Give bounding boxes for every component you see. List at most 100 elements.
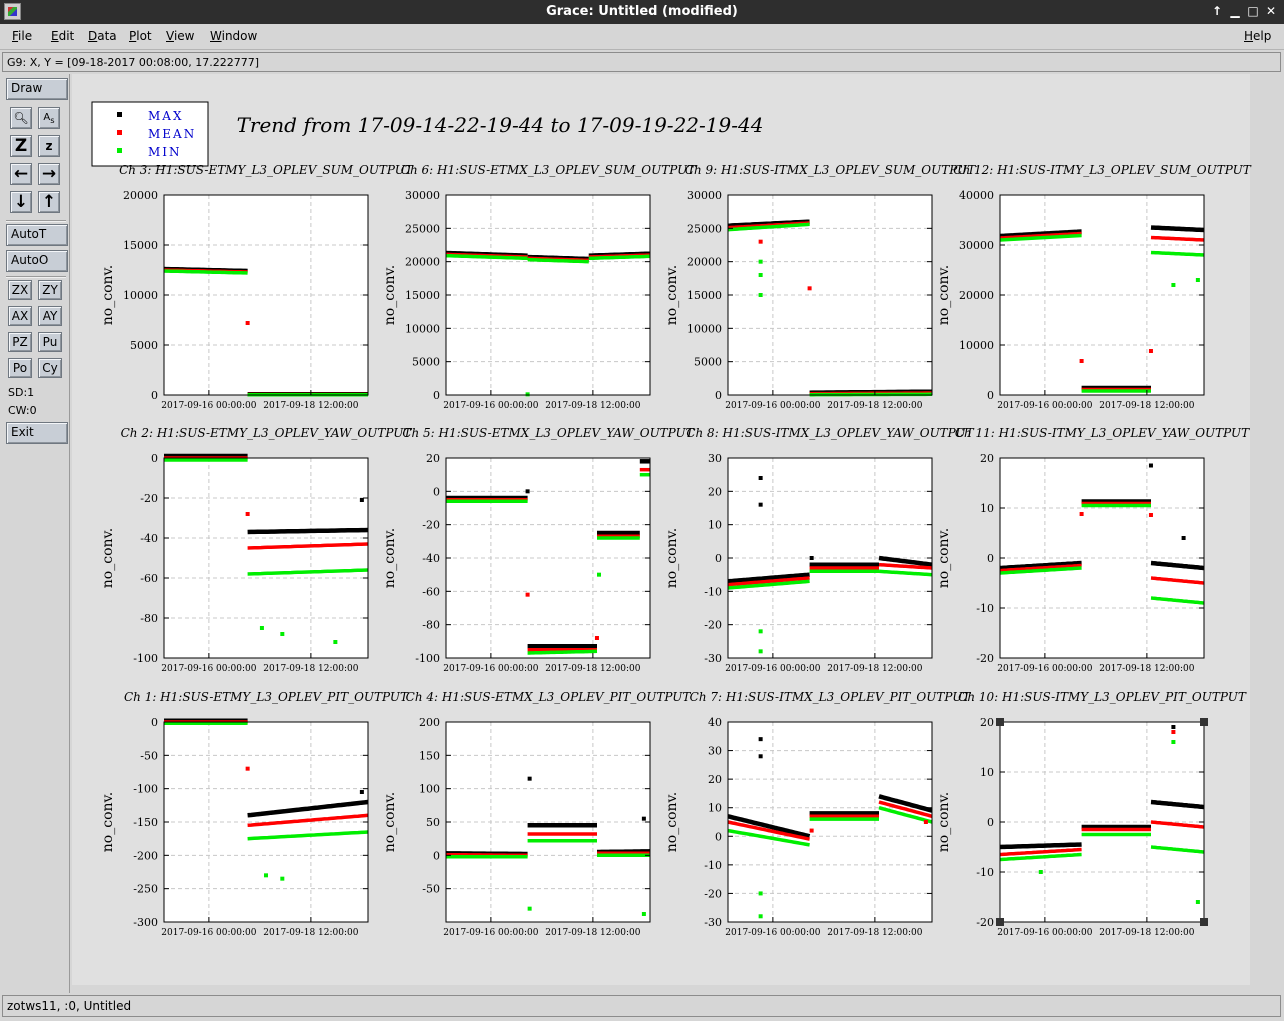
y-tick-label: -10 [976, 602, 994, 615]
y-tick-label: 0 [433, 849, 440, 862]
y-tick-label: 30000 [959, 239, 994, 252]
chart-title: Ch 11: H1:SUS-ITMY_L3_OPLEV_YAW_OUTPUT [955, 426, 1250, 440]
menu-window[interactable]: Window [210, 29, 257, 43]
maximize-icon[interactable]: □ [1244, 3, 1262, 20]
chart-title: Ch 12: H1:SUS-ITMY_L3_OPLEV_SUM_OUTPUT [953, 163, 1251, 177]
plot-drawing[interactable]: MAX MEAN MIN Trend from 17-09-14-22-19-44 … [72, 74, 1258, 991]
outlier-point-mean [1148, 513, 1153, 517]
set-depth-label: SD:1 [8, 386, 35, 399]
menu-data[interactable]: Data [88, 29, 117, 43]
chart-title: Ch 10: H1:SUS-ITMY_L3_OPLEV_PIT_OUTPUT [958, 690, 1247, 704]
zoom-in-z-icon[interactable]: Z [10, 135, 32, 157]
arrow-left-icon[interactable]: ← [10, 163, 32, 185]
chart-title: Ch 5: H1:SUS-ETMX_L3_OPLEV_YAW_OUTPUT [402, 426, 694, 440]
y-tick-label: -30 [704, 652, 722, 665]
y-tick-label: 40000 [959, 189, 994, 202]
outlier-point-max [641, 816, 646, 821]
cy-button[interactable]: Cy [38, 358, 62, 378]
y-tick-label: 0 [151, 389, 158, 402]
zoom-out-z-icon[interactable]: z [38, 135, 60, 157]
y-tick-label: -100 [415, 652, 440, 665]
y-tick-label: -30 [704, 916, 722, 929]
selection-handle[interactable] [996, 918, 1004, 926]
y-tick-label: -20 [422, 519, 440, 532]
chart-title: Ch 1: H1:SUS-ETMY_L3_OPLEV_PIT_OUTPUT [124, 690, 409, 704]
outlier-point-min [527, 906, 532, 911]
raise-window-icon[interactable]: ↑ [1208, 3, 1226, 20]
x-tick-label: 2017-09-18 12:00:00 [1099, 928, 1194, 938]
x-tick-label: 2017-09-16 00:00:00 [443, 928, 538, 938]
pu-button[interactable]: Pu [38, 332, 62, 352]
vertical-scrollbar[interactable] [1258, 74, 1276, 991]
y-axis-label: no_conv. [936, 265, 952, 325]
zoom-magnifier-icon[interactable]: 🔍︎ [10, 107, 32, 129]
menu-edit[interactable]: Edit [51, 29, 74, 43]
outlier-point-max [758, 502, 763, 507]
x-tick-label: 2017-09-16 00:00:00 [997, 664, 1092, 674]
ax-button[interactable]: AX [8, 306, 32, 326]
series-min-segment [588, 254, 651, 261]
text-annotate-icon[interactable]: As [38, 107, 60, 129]
ay-button[interactable]: AY [38, 306, 62, 326]
exit-button[interactable]: Exit [6, 422, 68, 444]
y-axis-label: no_conv. [664, 265, 680, 325]
outlier-point-min [758, 273, 763, 277]
outlier-point-mean [245, 321, 250, 325]
y-tick-label: 10000 [687, 322, 722, 335]
x-tick-label: 2017-09-18 12:00:00 [1099, 401, 1194, 411]
x-tick-label: 2017-09-16 00:00:00 [161, 664, 256, 674]
autoo-button[interactable]: AutoO [6, 250, 68, 272]
outlier-point-min [758, 259, 763, 264]
outlier-point-mean [807, 286, 812, 291]
menu-plot[interactable]: Plot [129, 29, 152, 43]
minimize-icon[interactable]: ▁ [1226, 3, 1244, 20]
chart-title: Ch 6: H1:SUS-ETMX_L3_OPLEV_SUM_OUTPUT [401, 163, 696, 177]
pz-button[interactable]: PZ [8, 332, 32, 352]
toolbar-divider [6, 276, 66, 278]
draw-button[interactable]: Draw [6, 78, 68, 100]
y-axis-label: no_conv. [382, 265, 398, 325]
outlier-point-mean [923, 820, 928, 824]
arrow-right-icon[interactable]: → [38, 163, 60, 185]
menu-help[interactable]: Help [1244, 29, 1271, 43]
close-icon[interactable]: ✕ [1262, 3, 1280, 20]
selection-handle[interactable] [1200, 918, 1208, 926]
po-button[interactable]: Po [8, 358, 32, 378]
y-tick-label: 30 [708, 745, 722, 758]
selection-handle[interactable] [1200, 718, 1208, 726]
selection-handle[interactable] [996, 718, 1004, 726]
outlier-point-mean [1079, 359, 1084, 363]
autot-button[interactable]: AutoT [6, 224, 68, 246]
arrow-down-icon[interactable]: ↓ [10, 191, 32, 213]
zx-button[interactable]: ZX [8, 280, 32, 300]
y-axis-label: no_conv. [382, 792, 398, 852]
x-tick-label: 2017-09-16 00:00:00 [725, 928, 820, 938]
x-tick-label: 2017-09-18 12:00:00 [827, 401, 922, 411]
menu-view[interactable]: View [166, 29, 194, 43]
y-tick-label: 0 [151, 716, 158, 729]
y-axis-label: no_conv. [100, 528, 116, 588]
outlier-point-max [1171, 725, 1176, 729]
y-tick-label: 15000 [687, 289, 722, 302]
menu-file[interactable]: File [12, 29, 32, 43]
zy-button[interactable]: ZY [38, 280, 62, 300]
outlier-point-max [359, 498, 364, 502]
y-tick-label: 0 [987, 552, 994, 565]
x-tick-label: 2017-09-16 00:00:00 [443, 664, 538, 674]
plot-canvas[interactable]: MAX MEAN MIN Trend from 17-09-14-22-19-44 … [72, 74, 1281, 993]
outlier-point-min [259, 626, 264, 630]
series-max-segment [1150, 225, 1205, 233]
x-tick-label: 2017-09-18 12:00:00 [263, 928, 358, 938]
x-tick-label: 2017-09-18 12:00:00 [263, 664, 358, 674]
outlier-point-mean [809, 828, 814, 833]
legend[interactable]: MAX MEAN MIN [91, 101, 209, 167]
y-tick-label: -80 [422, 619, 440, 632]
y-tick-label: 40 [708, 716, 722, 729]
y-tick-label: 20 [708, 485, 722, 498]
y-tick-label: -20 [976, 652, 994, 665]
y-tick-label: 0 [433, 485, 440, 498]
arrow-up-icon[interactable]: ↑ [38, 191, 60, 213]
x-tick-label: 2017-09-18 12:00:00 [545, 928, 640, 938]
outlier-point-max [1148, 463, 1153, 468]
y-axis-label: no_conv. [100, 792, 116, 852]
